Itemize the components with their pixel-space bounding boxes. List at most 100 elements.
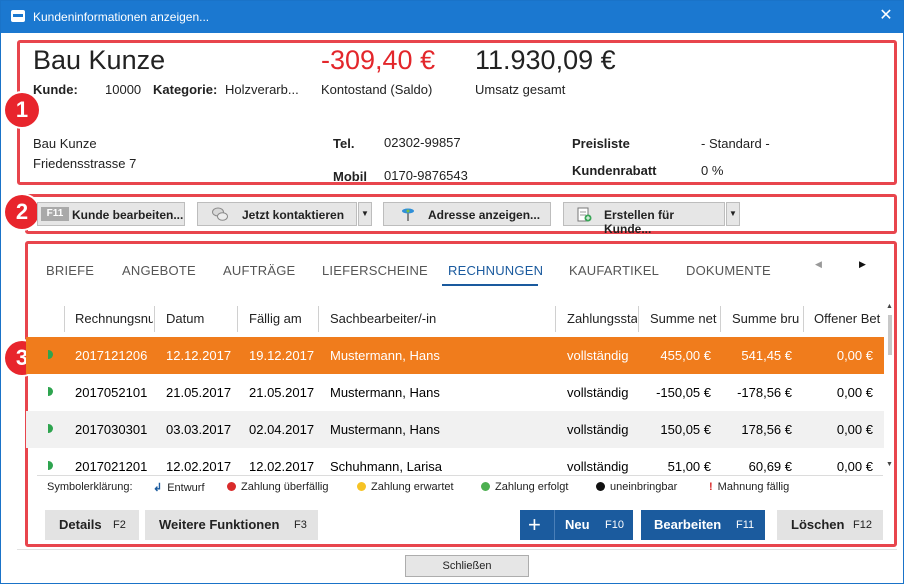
mobil-value: 0170-9876543 — [384, 168, 468, 183]
address-line-1: Bau Kunze — [33, 136, 97, 151]
column-divider — [154, 306, 155, 332]
new-button[interactable]: + Neu F10 — [520, 510, 633, 540]
table-row[interactable]: 2017052101 21.05.2017 21.05.2017 Musterm… — [26, 374, 884, 411]
tabs-scroll-right-icon[interactable]: ▶ — [859, 259, 866, 270]
table-row[interactable]: 2017030301 03.03.2017 02.04.2017 Musterm… — [26, 411, 884, 448]
title-bar: Kundeninformationen anzeigen... ✕ — [1, 1, 903, 33]
bottom-divider — [17, 549, 897, 550]
create-for-customer-button[interactable]: Erstellen für Kunde... — [563, 202, 725, 236]
status-paid-icon — [48, 461, 53, 470]
legend-erwartet-label: Zahlung erwartet — [371, 481, 454, 493]
scroll-up-icon[interactable]: ▲ — [886, 303, 893, 310]
legend-title: Symbolerklärung: — [47, 481, 133, 493]
tabs-scroll-left-icon[interactable]: ◀ — [815, 259, 822, 270]
column-header-faellig[interactable]: Fällig am — [249, 311, 317, 326]
delete-key-hint: F12 — [853, 519, 872, 531]
address-line-2: Friedensstrasse 7 — [33, 156, 137, 171]
paid-dot-icon — [481, 482, 490, 491]
edit-customer-label: Kunde bearbeiten... — [72, 208, 184, 222]
cell-faellig: 21.05.2017 — [249, 385, 315, 400]
column-header-rechnungsnummer[interactable]: Rechnungsnu — [75, 311, 153, 326]
cell-zahlungsstatus: vollständig — [567, 385, 629, 400]
close-icon[interactable]: ✕ — [877, 7, 895, 25]
column-divider — [64, 306, 65, 332]
legend-mahnung: ! Mahnung fällig — [709, 481, 789, 493]
column-divider — [720, 306, 721, 332]
tab-auftraege[interactable]: AUFTRÄGE — [223, 263, 295, 278]
cell-rechnungsnummer: 2017121206 — [75, 348, 148, 363]
details-key-hint: F2 — [113, 519, 126, 531]
tab-dokumente[interactable]: DOKUMENTE — [686, 263, 771, 278]
kunde-value: 10000 — [105, 82, 142, 97]
cell-offener-betrag: 0,00 € — [836, 459, 873, 474]
legend-uneinbringbar: uneinbringbar — [596, 481, 677, 493]
edit-customer-button[interactable]: F11 Kunde bearbeiten... — [37, 202, 185, 226]
legend-ueberfaellig: Zahlung überfällig — [227, 481, 328, 493]
edit-button[interactable]: Bearbeiten F11 — [641, 510, 765, 540]
new-label: Neu — [565, 517, 590, 532]
column-header-zahlungsstatus[interactable]: Zahlungssta — [567, 311, 637, 326]
column-divider — [803, 306, 804, 332]
cell-sachbearbeiter: Mustermann, Hans — [330, 385, 440, 400]
column-header-summe-netto[interactable]: Summe net — [650, 311, 719, 326]
cell-summe-netto: 150,05 € — [660, 422, 711, 437]
tab-kaufartikel[interactable]: KAUFARTIKEL — [569, 263, 659, 278]
tab-lieferscheine[interactable]: LIEFERSCHEINE — [322, 263, 428, 278]
preisliste-value: - Standard - — [701, 136, 770, 151]
reminder-exclamation-icon: ! — [709, 481, 713, 493]
delete-button[interactable]: Löschen F12 — [777, 510, 883, 540]
contact-now-button[interactable]: Jetzt kontaktieren — [197, 202, 357, 226]
scroll-down-icon[interactable]: ▼ — [886, 461, 893, 468]
rabatt-value: 0 % — [701, 163, 724, 178]
cell-rechnungsnummer: 2017021201 — [75, 459, 148, 474]
cell-summe-brutto: 60,69 € — [748, 459, 792, 474]
tab-rechnungen[interactable]: RECHNUNGEN — [448, 263, 543, 278]
column-divider — [555, 306, 556, 332]
column-header-summe-brutto[interactable]: Summe bru — [732, 311, 802, 326]
draft-icon: ↲ — [153, 482, 163, 494]
legend-divider — [37, 475, 883, 476]
column-divider — [237, 306, 238, 332]
rabatt-label: Kundenrabatt — [572, 163, 657, 178]
contact-dropdown-arrow[interactable]: ▼ — [358, 202, 372, 226]
scroll-thumb[interactable] — [888, 315, 892, 355]
cell-datum: 21.05.2017 — [166, 385, 232, 400]
column-header-offener-betrag[interactable]: Offener Bet — [814, 311, 884, 326]
table-scrollbar[interactable]: ▲ ▼ — [885, 301, 895, 474]
more-functions-button[interactable]: Weitere Funktionen F3 — [145, 510, 318, 540]
create-dropdown-arrow[interactable]: ▼ — [726, 202, 740, 226]
customer-name: Bau Kunze — [33, 45, 166, 75]
close-button[interactable]: Schließen — [405, 555, 529, 577]
cell-summe-brutto: 178,56 € — [741, 422, 792, 437]
cell-offener-betrag: 0,00 € — [836, 348, 873, 363]
window-title: Kundeninformationen anzeigen... — [33, 10, 210, 24]
tel-label: Tel. — [333, 136, 355, 151]
tab-briefe[interactable]: BRIEFE — [46, 263, 94, 278]
legend-erwartet: Zahlung erwartet — [357, 481, 454, 493]
column-header-sachbearbeiter[interactable]: Sachbearbeiter/-in — [330, 311, 550, 326]
cell-faellig: 02.04.2017 — [249, 422, 315, 437]
cell-datum: 12.02.2017 — [166, 459, 232, 474]
chat-bubbles-icon — [212, 207, 228, 221]
tab-angebote[interactable]: ANGEBOTE — [122, 263, 196, 278]
status-paid-icon — [48, 387, 53, 396]
details-button[interactable]: Details F2 — [45, 510, 139, 540]
annotation-badge-2: 2 — [5, 195, 39, 229]
show-address-button[interactable]: Adresse anzeigen... — [383, 202, 551, 226]
legend-entwurf-label: Entwurf — [167, 482, 205, 494]
cell-sachbearbeiter: Schuhmann, Larisa — [330, 459, 443, 474]
active-tab-indicator — [442, 284, 538, 286]
overdue-dot-icon — [227, 482, 236, 491]
table-row[interactable]: 2017121206 12.12.2017 19.12.2017 Musterm… — [26, 337, 884, 374]
table-row[interactable]: 2017021201 12.02.2017 12.02.2017 Schuhma… — [26, 448, 884, 474]
column-header-datum[interactable]: Datum — [166, 311, 236, 326]
preisliste-label: Preisliste — [572, 136, 630, 151]
create-for-customer-label: Erstellen für Kunde... — [604, 208, 675, 236]
revenue-value: 11.930,09 € — [475, 45, 616, 75]
tel-value: 02302-99857 — [384, 135, 461, 150]
plus-icon: + — [528, 512, 541, 537]
status-paid-icon — [48, 424, 53, 433]
kategorie-value: Holzverarb... — [225, 82, 299, 97]
new-document-icon — [577, 207, 592, 222]
cell-zahlungsstatus: vollständig — [567, 348, 629, 363]
